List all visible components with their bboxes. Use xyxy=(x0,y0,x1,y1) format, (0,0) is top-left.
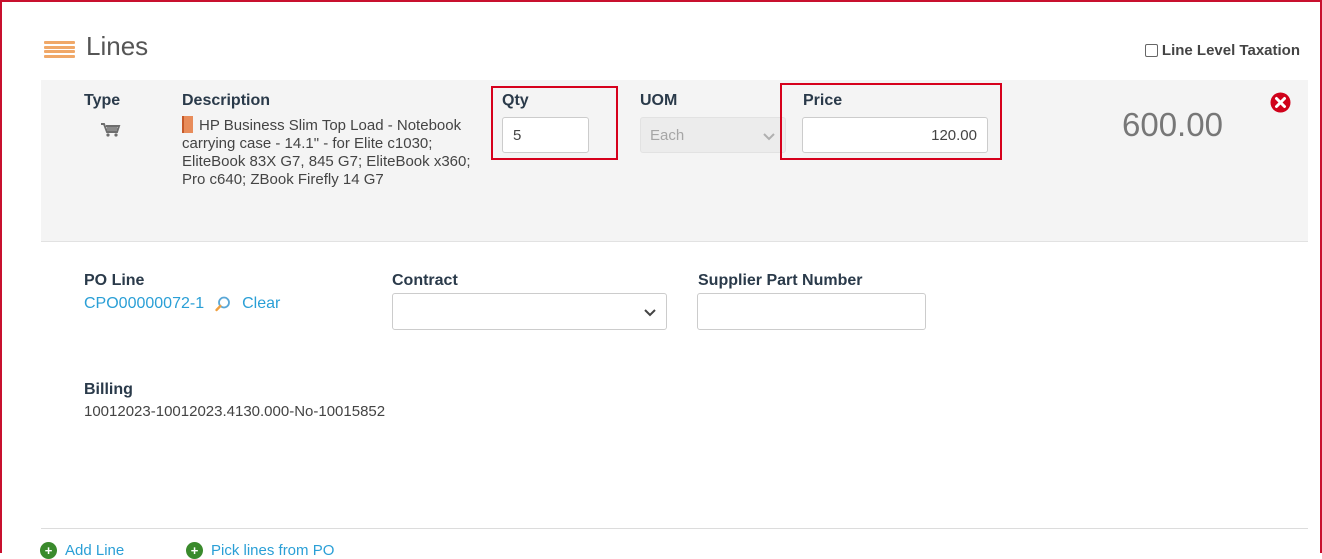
price-input[interactable]: 120.00 xyxy=(802,117,988,153)
lines-section-icon xyxy=(44,41,75,58)
add-icon: + xyxy=(40,542,57,559)
clear-link[interactable]: Clear xyxy=(242,295,280,313)
pick-lines-from-po-button[interactable]: + Pick lines from PO xyxy=(186,542,334,559)
add-line-label: Add Line xyxy=(65,542,125,559)
add-icon: + xyxy=(186,542,203,559)
section-divider xyxy=(41,528,1308,529)
shopping-cart-icon xyxy=(101,123,121,137)
item-description: HP Business Slim Top Load - Notebook car… xyxy=(182,116,482,189)
line-total: 600.00 xyxy=(1122,106,1223,143)
supplier-part-number-label: Supplier Part Number xyxy=(698,272,863,289)
chevron-down-icon xyxy=(763,133,775,141)
supplier-part-number-input[interactable] xyxy=(697,293,926,330)
po-line-label: PO Line xyxy=(84,272,145,289)
uom-value: Each xyxy=(650,126,685,144)
qty-label: Qty xyxy=(502,92,529,109)
uom-label: UOM xyxy=(640,92,678,109)
line-level-taxation-toggle[interactable]: Line Level Taxation xyxy=(1144,42,1300,59)
description-label: Description xyxy=(182,92,271,109)
chevron-down-icon xyxy=(644,309,656,317)
po-line-value-row: CPO00000072-1 Clear xyxy=(84,295,280,313)
type-label: Type xyxy=(84,92,121,109)
remove-line-icon[interactable] xyxy=(1270,92,1291,113)
uom-select[interactable]: Each xyxy=(640,117,786,153)
add-line-button[interactable]: + Add Line xyxy=(40,542,124,559)
price-label: Price xyxy=(803,92,843,109)
contract-select[interactable] xyxy=(392,293,667,330)
pick-lines-label: Pick lines from PO xyxy=(211,542,335,559)
item-description-text[interactable]: HP Business Slim Top Load - Notebook car… xyxy=(182,117,471,188)
billing-label: Billing xyxy=(84,381,133,398)
book-icon xyxy=(182,116,193,133)
section-title: Lines xyxy=(86,31,149,61)
line-level-taxation-checkbox[interactable] xyxy=(1144,44,1158,57)
search-icon[interactable] xyxy=(214,295,232,313)
po-line-link[interactable]: CPO00000072-1 xyxy=(84,295,204,313)
line-level-taxation-label: Line Level Taxation xyxy=(1161,42,1300,59)
billing-value[interactable]: 10012023-10012023.4130.000-No-10015852 xyxy=(84,403,385,420)
qty-input[interactable]: 5 xyxy=(502,117,589,153)
contract-label: Contract xyxy=(392,272,458,289)
